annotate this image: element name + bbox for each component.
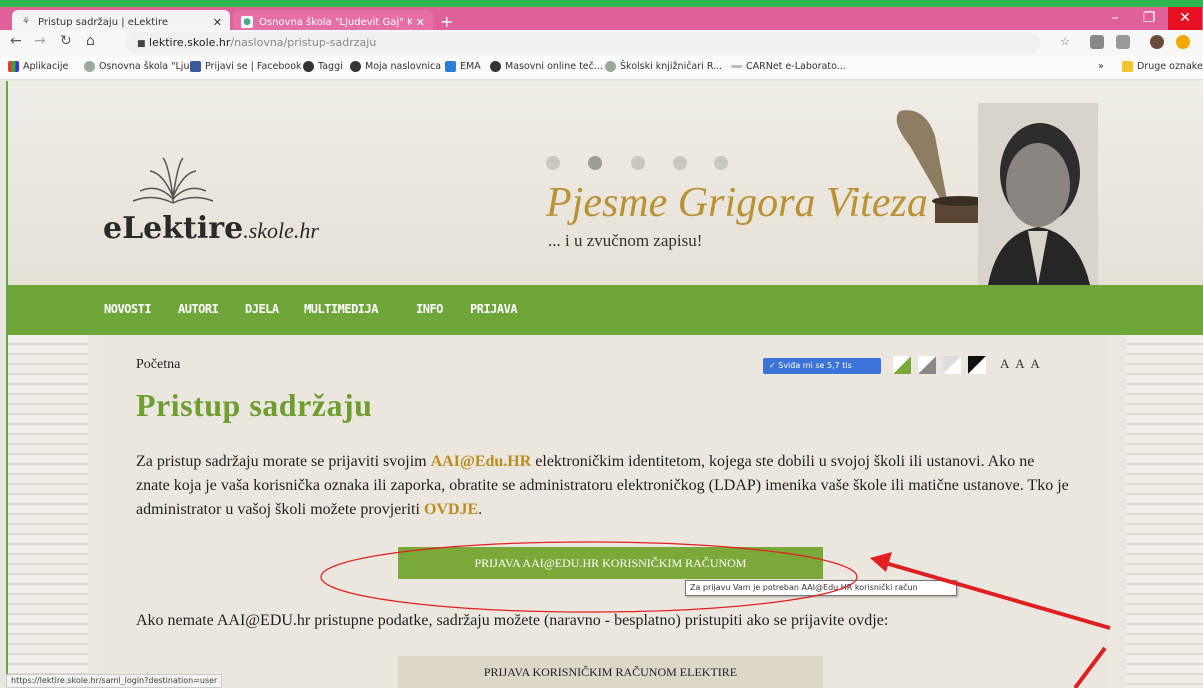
contrast-green-icon[interactable] <box>893 356 911 374</box>
extension-icon[interactable] <box>1090 35 1104 49</box>
slider-dot[interactable] <box>673 156 687 170</box>
page-favicon-icon: ⚘ <box>21 17 31 27</box>
extension-icon[interactable] <box>1116 35 1130 49</box>
main-content: Početna ✓ Sviđa mi se 5,7 tis A A A Pris… <box>98 335 1108 688</box>
facebook-icon <box>190 61 201 72</box>
browser-toolbar: ← → ↻ ⌂ ■ lektire.skole.hr/naslovna/pris… <box>0 30 1203 56</box>
breadcrumb[interactable]: Početna <box>136 357 180 373</box>
site-header: eLektire.skole.hr Pjesme Grigora Viteza … <box>8 81 1203 285</box>
decorative-pages-left <box>8 335 88 688</box>
facebook-like-button[interactable]: ✓ Sviđa mi se 5,7 tis <box>763 358 881 374</box>
bookmarks-overflow-button[interactable]: » <box>1098 61 1104 72</box>
nav-prijava[interactable]: PRIJAVA <box>470 302 518 316</box>
bookmark-item[interactable]: Taggi <box>303 61 343 72</box>
site-logo[interactable]: eLektire.skole.hr <box>103 211 319 246</box>
bookmark-item[interactable]: Prijavi se | Facebook <box>190 61 302 72</box>
other-bookmarks-folder[interactable]: Druge oznake <box>1122 61 1203 72</box>
nav-djela[interactable]: DJELA <box>245 302 279 316</box>
intro-paragraph: Za pristup sadržaju morate se prijaviti … <box>136 453 1069 518</box>
nav-multimedija[interactable]: MULTIMEDIJA <box>304 302 378 316</box>
lock-icon: ■ <box>137 39 146 49</box>
bookmark-star-icon[interactable]: ☆ <box>1058 35 1072 49</box>
bookmarks-bar: Aplikacije Osnovna škola "Lju... Prijavi… <box>0 56 1203 80</box>
logo-main: eLektire <box>103 211 244 246</box>
tab-close-icon[interactable]: ✕ <box>213 16 222 29</box>
menu-icon[interactable] <box>1176 35 1190 49</box>
back-icon[interactable]: ← <box>10 33 22 49</box>
school-icon <box>84 61 95 72</box>
school-favicon-icon: ● <box>241 16 253 28</box>
address-bar[interactable]: ■ lektire.skole.hr/naslovna/pristup-sadr… <box>125 32 1040 54</box>
ovdje-link[interactable]: OVDJE <box>424 501 478 518</box>
new-tab-button[interactable]: + <box>440 12 453 31</box>
bookmark-item[interactable]: Školski knjižničari R... <box>605 61 722 72</box>
login-tooltip: Za prijavu Vam je potreban AAI@Edu.HR ko… <box>685 580 957 596</box>
author-portrait-image <box>978 103 1098 285</box>
font-size-controls[interactable]: A A A <box>1000 356 1042 372</box>
bookmark-item[interactable]: EMA <box>445 61 481 72</box>
contrast-white-icon[interactable] <box>943 356 961 374</box>
slider-dot[interactable] <box>714 156 728 170</box>
nav-novosti[interactable]: NOVOSTI <box>104 302 152 316</box>
banner-title[interactable]: Pjesme Grigora Viteza <box>546 179 928 227</box>
carnet-icon <box>731 65 742 68</box>
main-navigation: NOVOSTI AUTORI DJELA MULTIMEDIJA INFO PR… <box>8 285 1203 335</box>
forward-icon[interactable]: → <box>34 33 46 49</box>
maximize-button[interactable]: ❐ <box>1132 7 1166 30</box>
slider-dot[interactable] <box>588 156 602 170</box>
page-title: Pristup sadržaju <box>136 387 373 423</box>
contrast-black-icon[interactable] <box>968 356 986 374</box>
bookmark-item[interactable]: Moja naslovnica <box>350 61 441 72</box>
reload-icon[interactable]: ↻ <box>60 33 72 49</box>
web-page: eLektire.skole.hr Pjesme Grigora Viteza … <box>6 81 1203 688</box>
bookmark-item[interactable]: Masovni online teč... <box>490 61 603 72</box>
minimize-button[interactable]: – <box>1098 7 1132 30</box>
status-bar-url: https://lektire.skole.hr/saml_login?dest… <box>6 674 223 688</box>
tab-label: Osnovna škola "Ljudevit Gaj" Kr... <box>259 16 412 28</box>
aai-login-button[interactable]: PRIJAVA AAI@EDU.HR KORISNIČKIM RAČUNOM <box>398 547 823 579</box>
open-book-icon[interactable] <box>128 153 218 213</box>
banner-subtitle: ... i u zvučnom zapisu! <box>548 231 703 250</box>
tab-close-icon[interactable]: ✕ <box>416 16 425 29</box>
ema-icon <box>445 61 456 72</box>
school-icon <box>605 61 616 72</box>
folder-icon <box>1122 61 1133 72</box>
apps-grid-icon <box>8 61 19 72</box>
alternative-login-text: Ako nemate AAI@EDU.hr pristupne podatke,… <box>136 612 889 629</box>
bookmark-apps[interactable]: Aplikacije <box>8 61 68 72</box>
taggi-icon <box>303 61 314 72</box>
bookmark-item[interactable]: CARNet e-Laborato... <box>731 61 846 72</box>
slider-dot[interactable] <box>546 156 560 170</box>
contrast-gray-icon[interactable] <box>918 356 936 374</box>
moodle-icon <box>350 61 361 72</box>
elektire-login-button[interactable]: PRIJAVA KORISNIČKIM RAČUNOM ELEKTIRE <box>398 656 823 688</box>
slider-dot[interactable] <box>631 156 645 170</box>
logo-sub: .skole.hr <box>243 218 319 243</box>
url-host: lektire.skole.hr <box>149 36 231 49</box>
url-path: /naslovna/pristup-sadrzaju <box>230 36 377 49</box>
browser-tab-bar: ⚘ Pristup sadržaju | eLektire ✕ ● Osnovn… <box>0 0 1203 34</box>
decorative-pages-right <box>1126 335 1203 688</box>
nav-autori[interactable]: AUTORI <box>178 302 219 316</box>
moodle-icon <box>490 61 501 72</box>
avatar[interactable] <box>1150 35 1164 49</box>
aai-link[interactable]: AAI@Edu.HR <box>431 453 532 470</box>
close-window-button[interactable]: ✕ <box>1168 7 1202 30</box>
bookmark-item[interactable]: Osnovna škola "Lju... <box>84 61 199 72</box>
tab-label: Pristup sadržaju | eLektire <box>38 16 168 28</box>
nav-info[interactable]: INFO <box>416 302 443 316</box>
home-icon[interactable]: ⌂ <box>86 33 95 49</box>
